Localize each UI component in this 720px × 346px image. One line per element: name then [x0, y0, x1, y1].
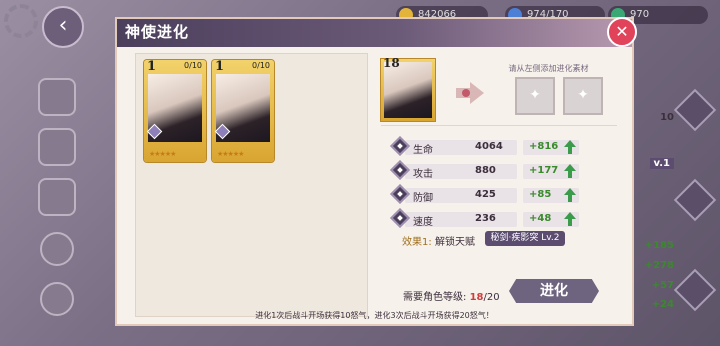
- increase-arrow-icon: [564, 212, 576, 226]
- bg-stat-6: +24: [651, 299, 674, 310]
- material-card[interactable]: 1 0/10 ★★★★★: [144, 59, 206, 162]
- stat-name: 速度: [413, 217, 433, 228]
- stat-gain: +48: [529, 213, 552, 224]
- menu-button-5[interactable]: [40, 282, 74, 316]
- bg-stat-1: 10: [660, 112, 674, 123]
- level-requirement: 需要角色等级: 18/20: [403, 288, 500, 303]
- material-list: 1 0/10 ★★★★★ 1 0/10 ★★★★★: [135, 53, 368, 317]
- target-portrait: [384, 62, 432, 118]
- slot-placeholder-icon: ✦: [529, 87, 541, 103]
- skill-badge[interactable]: 秘剑·疾影突 Lv.2: [485, 231, 565, 246]
- material-slot-1[interactable]: ✦: [515, 77, 555, 115]
- material-slot-2[interactable]: ✦: [563, 77, 603, 115]
- material-card[interactable]: 1 0/10 ★★★★★: [212, 59, 274, 162]
- divider: [381, 125, 617, 126]
- stat-row-hp: 生命 4064 +816: [387, 136, 583, 157]
- back-button[interactable]: ‹: [42, 6, 84, 48]
- bg-stat-4: +278: [644, 260, 674, 271]
- stat-name: 生命: [413, 145, 433, 156]
- card-stars: ★★★★★: [217, 150, 244, 158]
- stat-name: 防御: [413, 193, 433, 204]
- right-nav-diamond-3[interactable]: [673, 268, 717, 312]
- stat-value: 425: [475, 189, 496, 200]
- target-character-card: 18: [381, 56, 435, 121]
- increase-arrow-icon: [564, 164, 576, 178]
- effect-label: 效果1:: [402, 237, 432, 248]
- stat-gain: +816: [529, 141, 559, 152]
- stat-gain: +85: [529, 189, 552, 200]
- increase-arrow-icon: [564, 188, 576, 202]
- close-button[interactable]: ✕: [607, 17, 637, 47]
- settings-gear-icon: [4, 4, 38, 38]
- card-count: 0/10: [252, 61, 270, 70]
- card-level: 1: [215, 59, 225, 74]
- target-level: 18: [383, 56, 400, 70]
- right-nav-diamond-2[interactable]: [673, 178, 717, 222]
- menu-button-4[interactable]: [40, 232, 74, 266]
- stat-row-speed: 速度 236 +48: [387, 208, 583, 229]
- close-icon: ✕: [615, 22, 629, 41]
- card-level: 1: [147, 59, 157, 74]
- bg-stat-5: +57: [651, 280, 674, 291]
- card-stars: ★★★★★: [149, 150, 176, 158]
- dialog-title: 神使进化: [125, 23, 190, 41]
- menu-button-3[interactable]: [38, 178, 76, 216]
- evolve-arrow-icon: [456, 82, 484, 104]
- menu-button-1[interactable]: [38, 78, 76, 116]
- evolve-button[interactable]: 进化: [509, 279, 599, 303]
- stat-value: 236: [475, 213, 496, 224]
- right-nav-diamond-1[interactable]: [673, 88, 717, 132]
- required-level: /20: [483, 292, 500, 303]
- slot-placeholder-icon: ✦: [577, 87, 589, 103]
- stat-value: 880: [475, 165, 496, 176]
- stat-name: 攻击: [413, 169, 433, 180]
- stat-row-attack: 攻击 880 +177: [387, 160, 583, 181]
- requirement-label: 需要角色等级:: [403, 292, 467, 303]
- bg-stat-3: +185: [644, 240, 674, 251]
- evolution-dialog: 神使进化 ✕ 1 0/10 ★★★★★ 1 0/10 ★★★★★ 18 请从左侧…: [115, 17, 637, 326]
- card-count: 0/10: [184, 61, 202, 70]
- dialog-header: 神使进化: [117, 19, 632, 47]
- evolution-note: 进化1次后战斗开场获得10怒气，进化3次后战斗开场获得20怒气！: [255, 311, 494, 320]
- menu-button-2[interactable]: [38, 128, 76, 166]
- material-hint: 请从左侧添加进化素材: [508, 64, 589, 73]
- current-level: 18: [469, 292, 484, 303]
- effect-text: 解锁天赋: [435, 237, 475, 248]
- increase-arrow-icon: [564, 140, 576, 154]
- bg-stat-2: v.1: [649, 158, 674, 169]
- stat-gain: +177: [529, 165, 559, 176]
- stat-value: 4064: [475, 141, 503, 152]
- stat-row-defense: 防御 425 +85: [387, 184, 583, 205]
